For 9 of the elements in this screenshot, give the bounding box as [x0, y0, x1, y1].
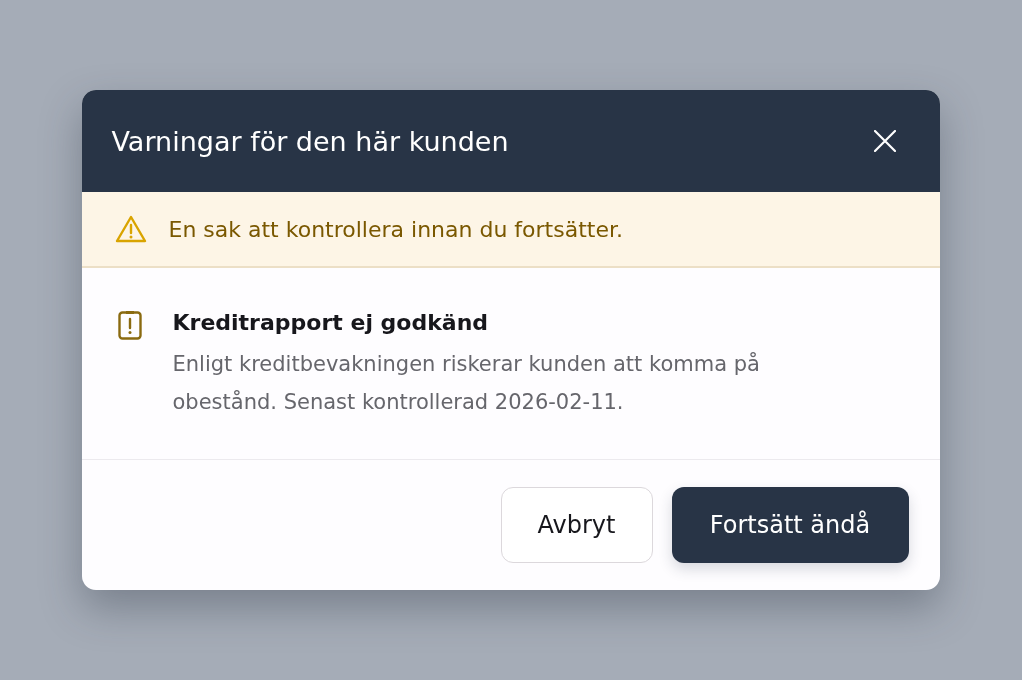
warning-title: Kreditrapport ej godkänd — [172, 309, 489, 337]
warning-description: Enligt kreditbevakningen riskerar kunden att komma på obestånd. Senast kontrollerad 2026-02-11. — [172, 351, 761, 416]
close-icon[interactable] — [873, 130, 896, 152]
cancel-button[interactable]: Avbryt — [500, 487, 653, 563]
dialog-title: Varningar för den här kunden — [111, 125, 509, 157]
clipboard-alert-icon — [117, 310, 142, 340]
banner-text: En sak att kontrollera innan du fortsätter. — [168, 216, 623, 242]
continue-button[interactable]: Fortsätt ändå — [671, 487, 909, 563]
warning-icon — [114, 215, 147, 243]
